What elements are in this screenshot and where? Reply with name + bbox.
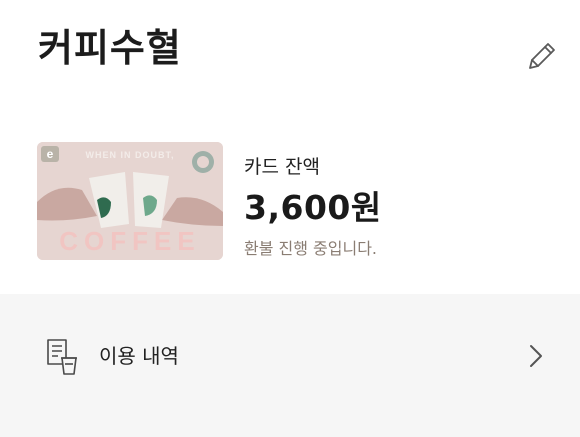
e-badge-text: e <box>47 147 54 161</box>
card-artwork: e WHEN IN DOUBT, COFFEE <box>37 142 223 260</box>
header: 커피수혈 <box>0 0 580 110</box>
balance-amount: 3,600원 <box>244 188 382 227</box>
card-summary: e WHEN IN DOUBT, COFFEE 카드 잔액 3,600원 환불 … <box>0 110 580 294</box>
usage-history-label: 이용 내역 <box>99 344 179 368</box>
chevron-right-icon <box>530 345 542 367</box>
balance-label: 카드 잔액 <box>244 156 320 178</box>
card-image[interactable]: e WHEN IN DOUBT, COFFEE <box>37 142 223 260</box>
card-bottom-text: COFFEE <box>59 226 200 256</box>
card-top-text: WHEN IN DOUBT, <box>86 150 175 160</box>
card-menu: 이용 내역 <box>0 294 580 437</box>
refund-status: 환불 진행 중입니다. <box>244 239 378 258</box>
receipt-cup-icon <box>47 339 77 375</box>
balance-info: 카드 잔액 3,600원 환불 진행 중입니다. <box>244 154 382 260</box>
edit-card-name-button[interactable] <box>522 36 562 76</box>
pencil-icon <box>529 43 555 69</box>
card-name-title: 커피수혈 <box>38 26 182 70</box>
usage-history-menu-item[interactable]: 이용 내역 <box>0 324 580 388</box>
